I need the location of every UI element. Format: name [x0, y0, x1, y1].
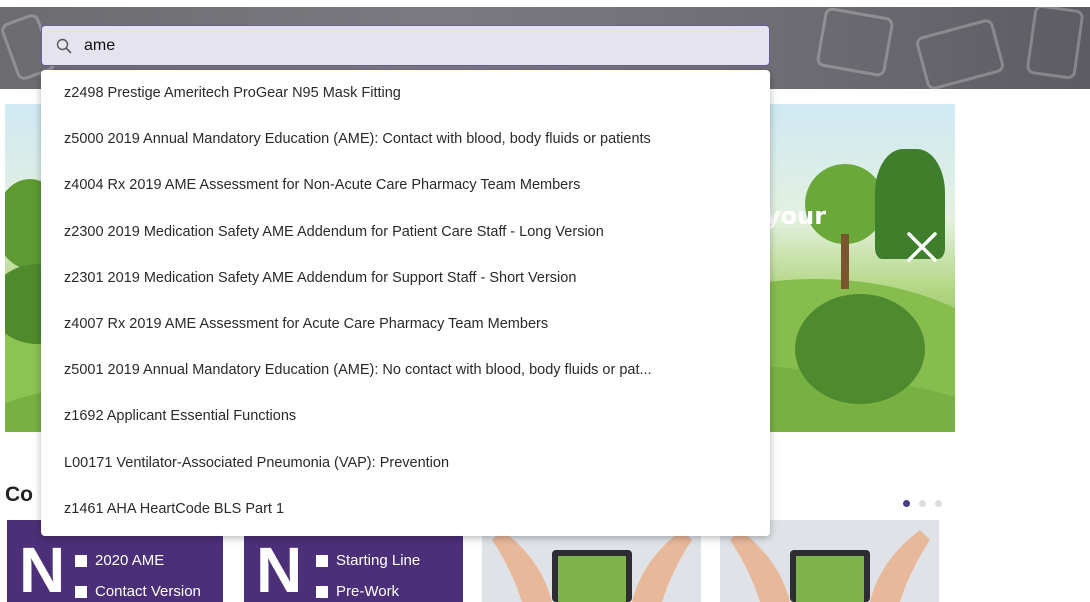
- suggestion-item[interactable]: z4007 Rx 2019 AME Assessment for Acute C…: [41, 301, 770, 347]
- bullet-square-icon: [316, 585, 328, 598]
- suggestion-item[interactable]: z1461 AHA HeartCode BLS Part 1: [41, 486, 770, 532]
- suggestion-item[interactable]: z5001 2019 Annual Mandatory Education (A…: [41, 347, 770, 393]
- suggestion-item[interactable]: z1692 Applicant Essential Functions: [41, 393, 770, 439]
- suggestion-item[interactable]: z2301 2019 Medication Safety AME Addendu…: [41, 255, 770, 301]
- close-icon[interactable]: [901, 226, 943, 268]
- suggestion-item[interactable]: z4004 Rx 2019 AME Assessment for Non-Acu…: [41, 162, 770, 208]
- bullet-square-icon: [316, 554, 328, 567]
- card-line-1: 2020 AME: [95, 552, 165, 569]
- search-input[interactable]: [84, 26, 684, 65]
- tree-trunk: [841, 234, 849, 289]
- suggestion-item[interactable]: z5000 2019 Annual Mandatory Education (A…: [41, 116, 770, 162]
- decorative-device-icon: [1025, 7, 1085, 81]
- section-title: Co: [5, 483, 33, 506]
- card-logo: N: [19, 534, 66, 602]
- search-bar[interactable]: [41, 25, 770, 66]
- carousel-dot-active[interactable]: [903, 500, 910, 507]
- card-logo: N: [256, 534, 303, 602]
- suggestion-item[interactable]: z2300 2019 Medication Safety AME Addendu…: [41, 209, 770, 255]
- suggestion-item[interactable]: L00171 Ventilator-Associated Pneumonia (…: [41, 440, 770, 486]
- carousel-pagination: [903, 500, 942, 507]
- bullet-square-icon: [75, 554, 87, 567]
- card-line-2: Pre-Work: [336, 583, 400, 600]
- decorative-device-icon: [815, 7, 895, 78]
- search-suggestions-dropdown: z2498 Prestige Ameritech ProGear N95 Mas…: [41, 70, 770, 536]
- bush-icon: [795, 294, 925, 404]
- bullet-square-icon: [75, 585, 87, 598]
- search-icon: [56, 38, 72, 53]
- decorative-device-icon: [914, 17, 1006, 89]
- carousel-dot[interactable]: [935, 500, 942, 507]
- hero-caption: your: [765, 202, 827, 230]
- card-line-1: Starting Line: [336, 552, 421, 569]
- suggestion-item[interactable]: z2498 Prestige Ameritech ProGear N95 Mas…: [41, 70, 770, 116]
- card-line-2: Contact Version: [95, 583, 201, 600]
- carousel-dot[interactable]: [919, 500, 926, 507]
